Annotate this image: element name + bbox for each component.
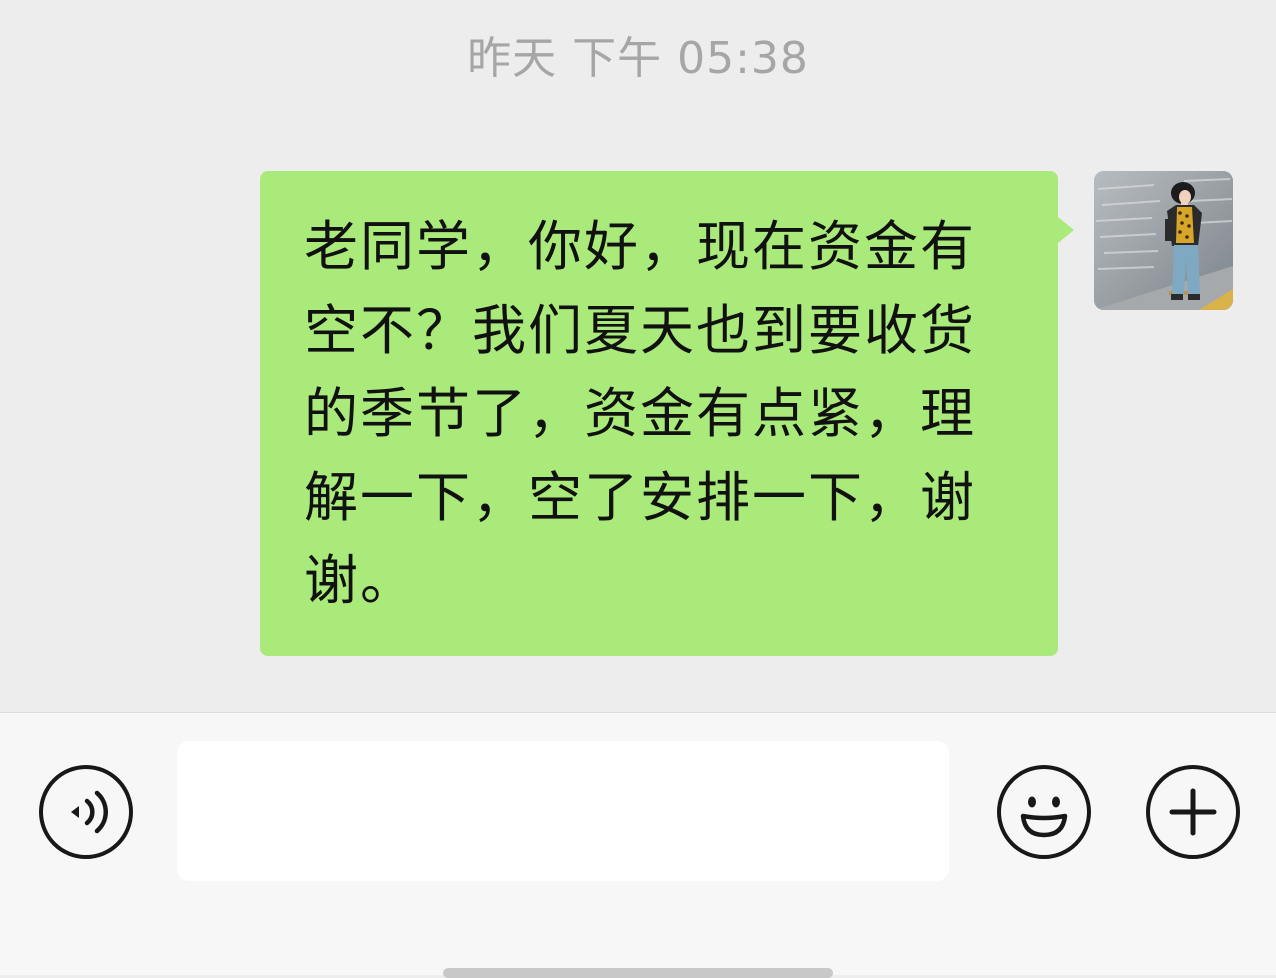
home-indicator[interactable] [443,968,833,978]
chat-area[interactable]: 昨天 下午 05:38 老同学，你好，现在资金有空不？我们夏天也到要收货的季节了… [0,0,1276,712]
emoji-icon [1020,796,1068,838]
emoji-button[interactable] [997,765,1091,859]
message-timestamp: 昨天 下午 05:38 [467,33,809,84]
message-bubble-self[interactable]: 老同学，你好，现在资金有空不？我们夏天也到要收货的季节了，资金有点紧，理解一下，… [260,171,1074,656]
voice-button[interactable] [39,765,133,859]
avatar-image [1094,171,1233,310]
message-text: 老同学，你好，现在资金有空不？我们夏天也到要收货的季节了，资金有点紧，理解一下，… [304,215,976,612]
plus-icon [1169,788,1217,836]
message-input[interactable] [177,741,949,881]
avatar[interactable] [1094,171,1233,310]
more-button[interactable] [1146,765,1240,859]
input-bar [0,713,1276,975]
voice-icon [71,790,108,834]
